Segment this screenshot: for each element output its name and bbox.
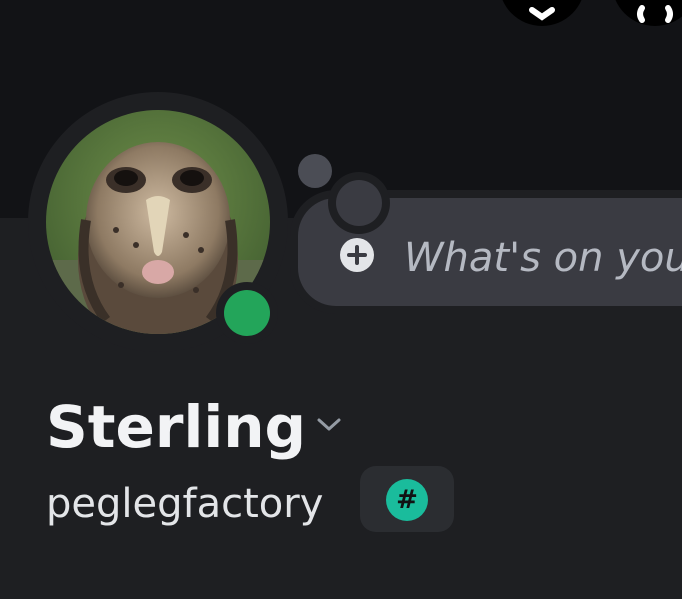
username: peglegfactory bbox=[46, 481, 324, 527]
hash-badge-icon: # bbox=[386, 479, 428, 521]
profile-page: What's on you Sterling peglegfactory # bbox=[0, 0, 682, 599]
thought-bubble-dot-medium bbox=[336, 180, 382, 226]
online-status-indicator bbox=[224, 290, 270, 336]
top-action-button-1[interactable] bbox=[499, 0, 585, 26]
nitro-icon bbox=[637, 5, 673, 23]
display-name: Sterling bbox=[46, 393, 307, 461]
shop-icon bbox=[529, 7, 555, 21]
chevron-down-icon[interactable] bbox=[314, 412, 344, 436]
plus-circle-icon[interactable] bbox=[338, 236, 376, 274]
top-action-button-2[interactable] bbox=[612, 0, 682, 26]
thought-bubble-dot-small bbox=[298, 154, 332, 188]
status-placeholder-text[interactable]: What's on you bbox=[404, 234, 682, 282]
